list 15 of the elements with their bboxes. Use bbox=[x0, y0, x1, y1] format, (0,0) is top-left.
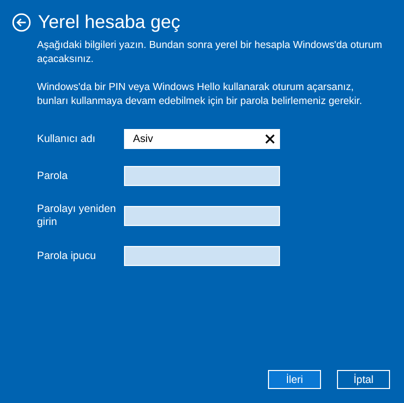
input-field[interactable] bbox=[124, 206, 280, 226]
back-icon[interactable] bbox=[12, 12, 31, 32]
input-field[interactable] bbox=[124, 166, 280, 186]
input-field[interactable] bbox=[124, 246, 280, 266]
input-field[interactable]: Asiv bbox=[124, 129, 280, 149]
instruction-text: Aşağıdaki bilgileri yazın. Bundan sonra yerel bir hesapla Windows'da oturum açacaksınız. bbox=[37, 39, 384, 67]
field-label: Parolayı yeniden girin bbox=[37, 203, 117, 229]
clear-icon[interactable] bbox=[265, 134, 275, 144]
field-label: Kullanıcı adı bbox=[37, 132, 96, 146]
field-label: Parola bbox=[37, 170, 69, 182]
instruction-text: Windows'da bir PIN veya Windows Hello kullanarak oturum açarsanız, bunları kullanmaya devam edebilmek için bir parola belirlemeniz gerekir. bbox=[37, 81, 364, 109]
field-label: Parola ipucu bbox=[37, 250, 97, 262]
action-button[interactable]: İptal bbox=[337, 370, 390, 389]
action-button[interactable]: İleri bbox=[268, 370, 321, 389]
page-title: Yerel hesaba geç bbox=[38, 11, 180, 33]
